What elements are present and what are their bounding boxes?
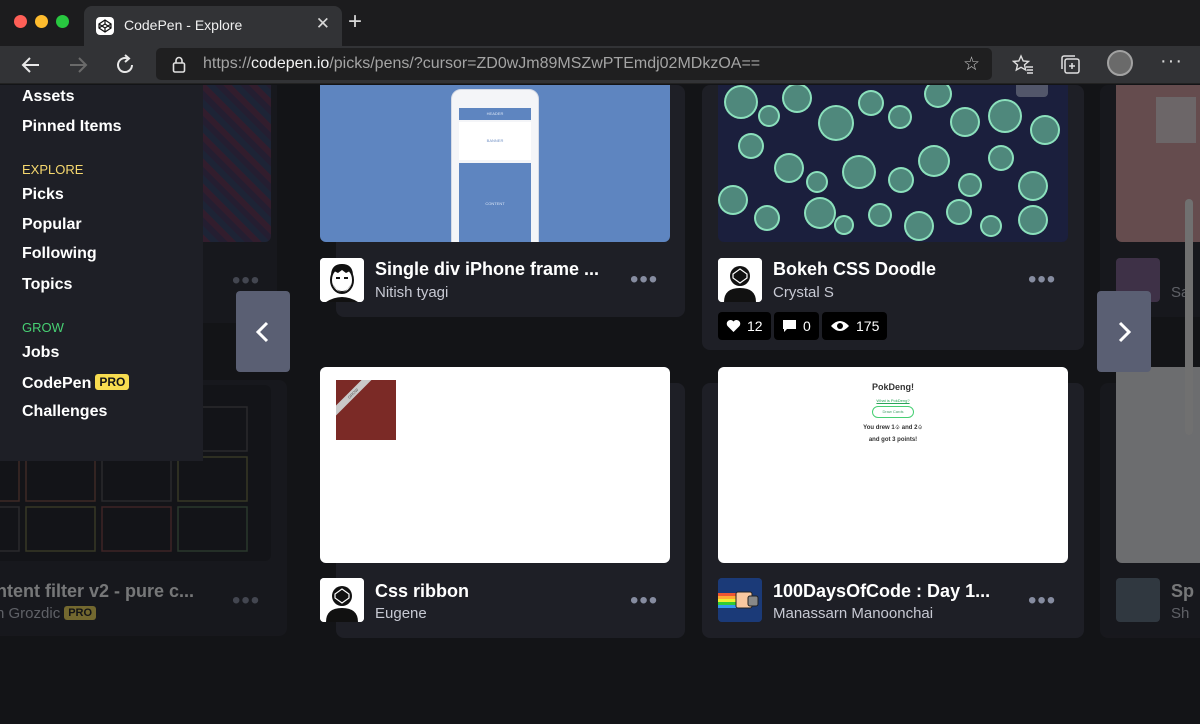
pen-author[interactable]: Eugene [375, 605, 427, 622]
partial-card-author[interactable]: n Grozdic PRO [0, 605, 97, 622]
pokdeng-line2: and got 3 points! [868, 437, 918, 443]
sidebar-heading-explore: EXPLORE [22, 162, 84, 177]
collections-icon[interactable] [1060, 54, 1082, 76]
chevron-right-icon [1118, 321, 1132, 343]
pen-more-icon[interactable]: ••• [630, 268, 658, 292]
comments-count: 0 [803, 318, 811, 334]
ribbon-box: GROW [336, 380, 396, 440]
pokdeng-draw-button: Draw Cards [872, 406, 914, 418]
partial-card-title[interactable]: Sp [1171, 581, 1194, 602]
iphone-mockup: HEADER BANNER CONTENT [451, 89, 539, 242]
bookmark-star-icon[interactable]: ☆ [963, 53, 980, 76]
pen-more-icon[interactable]: ••• [1028, 589, 1056, 613]
profile-avatar[interactable] [1107, 50, 1133, 76]
chevron-left-icon [255, 321, 269, 343]
pokdeng-link: What is PokDeng? [876, 398, 910, 403]
eye-icon [831, 321, 849, 331]
views-button[interactable]: 175 [822, 312, 888, 340]
page-scrollbar[interactable] [1185, 199, 1193, 435]
codepen-page: ••• ntent filter v2 - pure c... n Grozdi… [0, 85, 1200, 724]
new-tab-icon[interactable]: + [348, 10, 362, 34]
views-count: 175 [856, 318, 880, 334]
likes-count: 12 [747, 318, 763, 334]
partial-card-more-icon[interactable]: ••• [232, 269, 260, 293]
url-host: codepen.io [251, 55, 330, 72]
partial-card-more-icon[interactable]: ••• [232, 589, 260, 613]
sidebar-item-codepen-label[interactable]: CodePen [22, 375, 91, 392]
tab-close-icon[interactable]: ✕ [316, 14, 330, 34]
comments-button[interactable]: 0 [774, 312, 819, 340]
partial-card-author-name[interactable]: n Grozdic [0, 605, 60, 622]
partial-card-author[interactable]: Sh [1171, 605, 1189, 622]
pen-thumbnail-pokdeng[interactable]: PokDeng! What is PokDeng? Draw Cards You… [718, 367, 1068, 563]
partial-author-avatar[interactable] [1116, 578, 1160, 622]
maximize-window-button[interactable] [56, 15, 69, 28]
pen-author[interactable]: Nitish tyagi [375, 284, 448, 301]
carousel-prev-button[interactable] [236, 291, 290, 372]
expand-icon[interactable] [1016, 85, 1048, 97]
forward-arrow-icon[interactable] [65, 52, 91, 78]
likes-button[interactable]: 12 [718, 312, 771, 340]
pen-more-icon[interactable]: ••• [630, 589, 658, 613]
author-avatar[interactable] [320, 258, 364, 302]
sidebar-item-picks[interactable]: Picks [22, 186, 64, 204]
sidebar-item-topics[interactable]: Topics [22, 276, 72, 294]
tab-title: CodePen - Explore [124, 17, 243, 33]
reload-icon[interactable] [112, 52, 138, 78]
close-window-button[interactable] [14, 15, 27, 28]
sidebar-item-codepen-pro[interactable]: CodePen PRO [22, 374, 130, 393]
url-text: https://codepen.io/picks/pens/?cursor=ZD… [203, 55, 760, 73]
pen-title[interactable]: Bokeh CSS Doodle [773, 259, 936, 280]
pen-thumbnail-iphone-frame[interactable]: HEADER BANNER CONTENT [320, 85, 670, 242]
comment-icon [783, 320, 796, 332]
author-avatar[interactable] [718, 258, 762, 302]
author-avatar[interactable] [718, 578, 762, 622]
pro-badge: PRO [64, 606, 97, 620]
ribbon-band: GROW [336, 380, 378, 418]
sidebar-item-assets[interactable]: Assets [22, 88, 74, 106]
codepen-favicon-icon [96, 17, 114, 35]
pokdeng-heading: PokDeng! [871, 382, 914, 392]
sidebar-item-popular[interactable]: Popular [22, 216, 82, 234]
address-bar[interactable]: https://codepen.io/picks/pens/?cursor=ZD… [156, 48, 992, 80]
pen-thumbnail-css-ribbon[interactable]: GROW [320, 367, 670, 563]
pen-thumbnail-bokeh[interactable] [718, 85, 1068, 242]
pokdeng-line1: You drew 1♤ and 2♤ [863, 425, 923, 431]
browser-tab[interactable]: CodePen - Explore ✕ [84, 6, 342, 46]
iphone-banner: BANNER [459, 122, 531, 160]
sidebar-item-challenges[interactable]: Challenges [22, 403, 107, 421]
sidebar-item-pinned-items[interactable]: Pinned Items [22, 118, 122, 136]
iphone-header: HEADER [459, 108, 531, 120]
pen-author[interactable]: Manassarn Manoonchai [773, 605, 933, 622]
author-avatar[interactable] [320, 578, 364, 622]
sidebar-item-following[interactable]: Following [22, 245, 97, 263]
browser-toolbar: https://codepen.io/picks/pens/?cursor=ZD… [0, 46, 1200, 84]
pen-title[interactable]: 100DaysOfCode : Day 1... [773, 581, 990, 602]
favorites-list-icon[interactable] [1012, 54, 1034, 76]
browser-menu-icon[interactable]: ··· [1160, 50, 1183, 73]
minimize-window-button[interactable] [35, 15, 48, 28]
browser-tab-strip: CodePen - Explore ✕ + [0, 0, 1200, 46]
pen-more-icon[interactable]: ••• [1028, 268, 1056, 292]
partial-card-title[interactable]: ntent filter v2 - pure c... [0, 581, 194, 602]
sidebar-heading-grow: GROW [22, 320, 64, 335]
url-path: /picks/pens/?cursor=ZD0wJm89MSZwPTEmdj02… [329, 55, 761, 72]
pen-title[interactable]: Single div iPhone frame ... [375, 259, 599, 280]
back-arrow-icon[interactable] [18, 52, 44, 78]
sidebar-item-jobs[interactable]: Jobs [22, 344, 59, 362]
pen-title[interactable]: Css ribbon [375, 581, 469, 602]
carousel-next-button[interactable] [1097, 291, 1151, 372]
lock-icon [172, 56, 186, 73]
iphone-content: CONTENT [459, 163, 531, 242]
url-prefix: https:// [203, 55, 252, 72]
pen-author[interactable]: Crystal S [773, 284, 834, 301]
sidebar: Assets Pinned Items EXPLORE Picks Popula… [0, 85, 203, 461]
heart-icon [726, 320, 741, 332]
pro-badge: PRO [95, 374, 130, 390]
